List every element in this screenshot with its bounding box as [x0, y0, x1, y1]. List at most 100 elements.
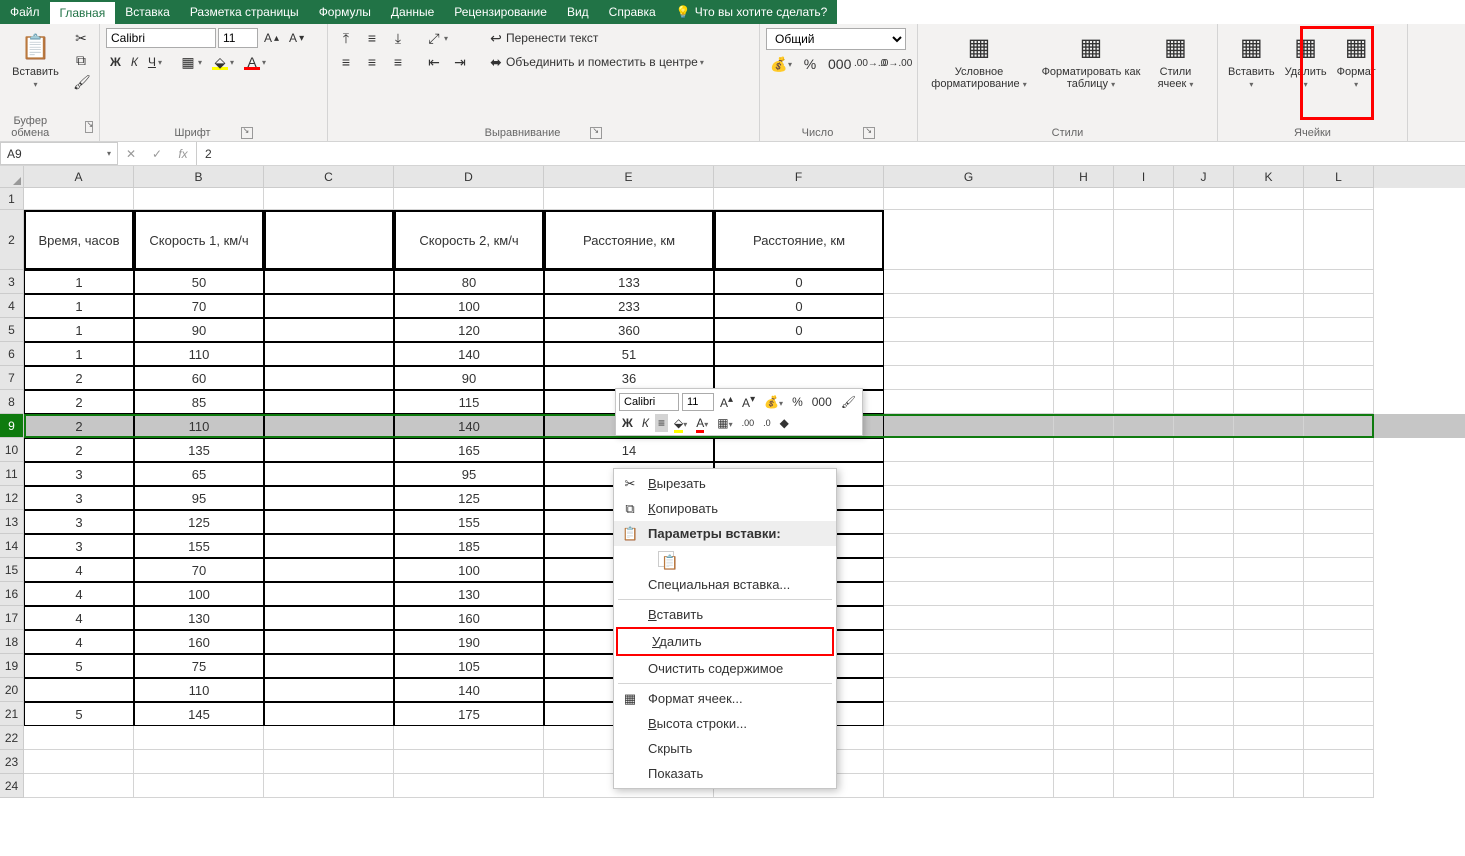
- cell-L1[interactable]: [1304, 188, 1374, 210]
- cell-C13[interactable]: [264, 510, 394, 534]
- select-all-corner[interactable]: [0, 166, 24, 188]
- cell-E10[interactable]: 14: [544, 438, 714, 462]
- cell-D19[interactable]: 105: [394, 654, 544, 678]
- column-header-B[interactable]: B: [134, 166, 264, 188]
- comma-button[interactable]: 000: [824, 54, 848, 74]
- cell-G13[interactable]: [884, 510, 1054, 534]
- cell-A5[interactable]: 1: [24, 318, 134, 342]
- row-header-4[interactable]: 4: [0, 294, 24, 318]
- cell-H17[interactable]: [1054, 606, 1114, 630]
- cell-C20[interactable]: [264, 678, 394, 702]
- cell-H18[interactable]: [1054, 630, 1114, 654]
- cell-J2[interactable]: [1174, 210, 1234, 270]
- cell-L21[interactable]: [1304, 702, 1374, 726]
- row-header-16[interactable]: 16: [0, 582, 24, 606]
- percent-button[interactable]: %: [798, 54, 822, 74]
- row-header-20[interactable]: 20: [0, 678, 24, 702]
- cell-D11[interactable]: 95: [394, 462, 544, 486]
- cell-I19[interactable]: [1114, 654, 1174, 678]
- cell-K12[interactable]: [1234, 486, 1304, 510]
- cell-C9[interactable]: [264, 414, 394, 438]
- cell-A3[interactable]: 1: [24, 270, 134, 294]
- cell-J8[interactable]: [1174, 390, 1234, 414]
- italic-button[interactable]: К: [127, 53, 142, 71]
- cell-C18[interactable]: [264, 630, 394, 654]
- cell-H3[interactable]: [1054, 270, 1114, 294]
- row-header-24[interactable]: 24: [0, 774, 24, 798]
- ctx-delete[interactable]: Удалить: [616, 627, 834, 656]
- tab-insert[interactable]: Вставка: [115, 0, 180, 24]
- tab-home[interactable]: Главная: [50, 0, 116, 24]
- cell-D13[interactable]: 155: [394, 510, 544, 534]
- cell-L19[interactable]: [1304, 654, 1374, 678]
- column-header-J[interactable]: J: [1174, 166, 1234, 188]
- row-header-14[interactable]: 14: [0, 534, 24, 558]
- cell-L17[interactable]: [1304, 606, 1374, 630]
- cell-K4[interactable]: [1234, 294, 1304, 318]
- tab-file[interactable]: Файл: [0, 0, 50, 24]
- row-header-15[interactable]: 15: [0, 558, 24, 582]
- cell-K24[interactable]: [1234, 774, 1304, 798]
- ctx-clear-contents[interactable]: Очистить содержимое: [614, 656, 836, 681]
- cell-B21[interactable]: 145: [134, 702, 264, 726]
- ctx-cut[interactable]: ✂Вырезать: [614, 471, 836, 496]
- cell-A13[interactable]: 3: [24, 510, 134, 534]
- cell-C16[interactable]: [264, 582, 394, 606]
- cell-G16[interactable]: [884, 582, 1054, 606]
- cell-A6[interactable]: 1: [24, 342, 134, 366]
- cell-J4[interactable]: [1174, 294, 1234, 318]
- cell-B15[interactable]: 70: [134, 558, 264, 582]
- cell-B7[interactable]: 60: [134, 366, 264, 390]
- ctx-copy[interactable]: ⧉Копировать: [614, 496, 836, 521]
- tab-view[interactable]: Вид: [557, 0, 599, 24]
- cell-A2[interactable]: Время, часов: [24, 210, 134, 270]
- number-launcher[interactable]: [863, 127, 875, 139]
- cell-B14[interactable]: 155: [134, 534, 264, 558]
- cell-A8[interactable]: 2: [24, 390, 134, 414]
- cell-J13[interactable]: [1174, 510, 1234, 534]
- cell-A15[interactable]: 4: [24, 558, 134, 582]
- column-header-D[interactable]: D: [394, 166, 544, 188]
- row-header-7[interactable]: 7: [0, 366, 24, 390]
- cell-styles-button[interactable]: ▦ Стили ячеек ▾: [1148, 28, 1203, 94]
- cell-I4[interactable]: [1114, 294, 1174, 318]
- column-header-G[interactable]: G: [884, 166, 1054, 188]
- cell-H15[interactable]: [1054, 558, 1114, 582]
- cell-H24[interactable]: [1054, 774, 1114, 798]
- cell-D7[interactable]: 90: [394, 366, 544, 390]
- cell-C12[interactable]: [264, 486, 394, 510]
- cell-L16[interactable]: [1304, 582, 1374, 606]
- cell-L2[interactable]: [1304, 210, 1374, 270]
- cell-J23[interactable]: [1174, 750, 1234, 774]
- cell-J5[interactable]: [1174, 318, 1234, 342]
- cell-K17[interactable]: [1234, 606, 1304, 630]
- mini-inc-decimal[interactable]: .00: [739, 416, 758, 430]
- cell-J16[interactable]: [1174, 582, 1234, 606]
- cell-B9[interactable]: 110: [134, 414, 264, 438]
- align-left-button[interactable]: ≡: [334, 52, 358, 72]
- cell-I10[interactable]: [1114, 438, 1174, 462]
- cell-J14[interactable]: [1174, 534, 1234, 558]
- cell-J18[interactable]: [1174, 630, 1234, 654]
- cell-I5[interactable]: [1114, 318, 1174, 342]
- cell-I12[interactable]: [1114, 486, 1174, 510]
- cell-G4[interactable]: [884, 294, 1054, 318]
- cell-L24[interactable]: [1304, 774, 1374, 798]
- format-painter-button[interactable]: 🖌: [69, 72, 93, 92]
- cell-K6[interactable]: [1234, 342, 1304, 366]
- borders-button[interactable]: ▦▾: [176, 52, 206, 72]
- tab-formulas[interactable]: Формулы: [309, 0, 381, 24]
- cell-E5[interactable]: 360: [544, 318, 714, 342]
- format-cells-button[interactable]: ▦ Формат▾: [1333, 28, 1380, 94]
- cell-B24[interactable]: [134, 774, 264, 798]
- cell-B16[interactable]: 100: [134, 582, 264, 606]
- cell-C2[interactable]: [264, 210, 394, 270]
- cell-I22[interactable]: [1114, 726, 1174, 750]
- cell-A23[interactable]: [24, 750, 134, 774]
- cell-L4[interactable]: [1304, 294, 1374, 318]
- cell-D3[interactable]: 80: [394, 270, 544, 294]
- cell-H4[interactable]: [1054, 294, 1114, 318]
- cell-F4[interactable]: 0: [714, 294, 884, 318]
- cell-I17[interactable]: [1114, 606, 1174, 630]
- cell-D18[interactable]: 190: [394, 630, 544, 654]
